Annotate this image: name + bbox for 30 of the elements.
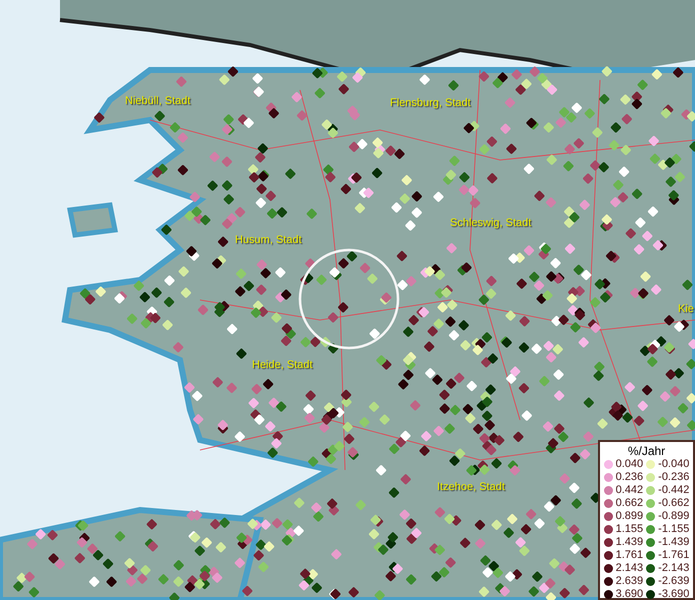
place-label: Husum, Stadt [235, 235, 302, 246]
legend-value: -2.143 [658, 562, 690, 575]
legend-value: -0.236 [658, 471, 690, 484]
place-label: Heide, Stadt [252, 360, 313, 371]
legend-value: -0.899 [658, 510, 690, 523]
legend-value: -0.442 [658, 484, 690, 497]
place-label: Itzehoe, Stadt [437, 482, 505, 493]
legend-value: 3.690 [616, 588, 644, 600]
legend-value: 0.442 [616, 484, 644, 497]
legend-value: -0.662 [658, 497, 690, 510]
legend-value: -3.690 [658, 588, 690, 600]
place-label: Flensburg, Stadt [390, 98, 471, 109]
legend-value: -1.155 [658, 523, 690, 536]
legend-value: -1.761 [658, 549, 690, 562]
legend-value: -0.040 [658, 458, 690, 471]
legend-value: 2.639 [616, 575, 644, 588]
legend-value: 1.761 [616, 549, 644, 562]
legend-value: 2.143 [616, 562, 644, 575]
legend-value: -2.639 [658, 575, 690, 588]
legend-value: 0.040 [616, 458, 644, 471]
place-label: Kie [678, 304, 694, 315]
legend-value: 0.662 [616, 497, 644, 510]
place-label: Niebüll, Stadt [125, 96, 190, 107]
legend-value: 0.236 [616, 471, 644, 484]
legend-value: 0.899 [616, 510, 644, 523]
legend-value: -1.439 [658, 536, 690, 549]
legend-value: 1.439 [616, 536, 644, 549]
legend-title: %/Jahr [628, 444, 666, 458]
legend-value: 1.155 [616, 523, 644, 536]
place-label: Schleswig, Stadt [450, 218, 532, 229]
